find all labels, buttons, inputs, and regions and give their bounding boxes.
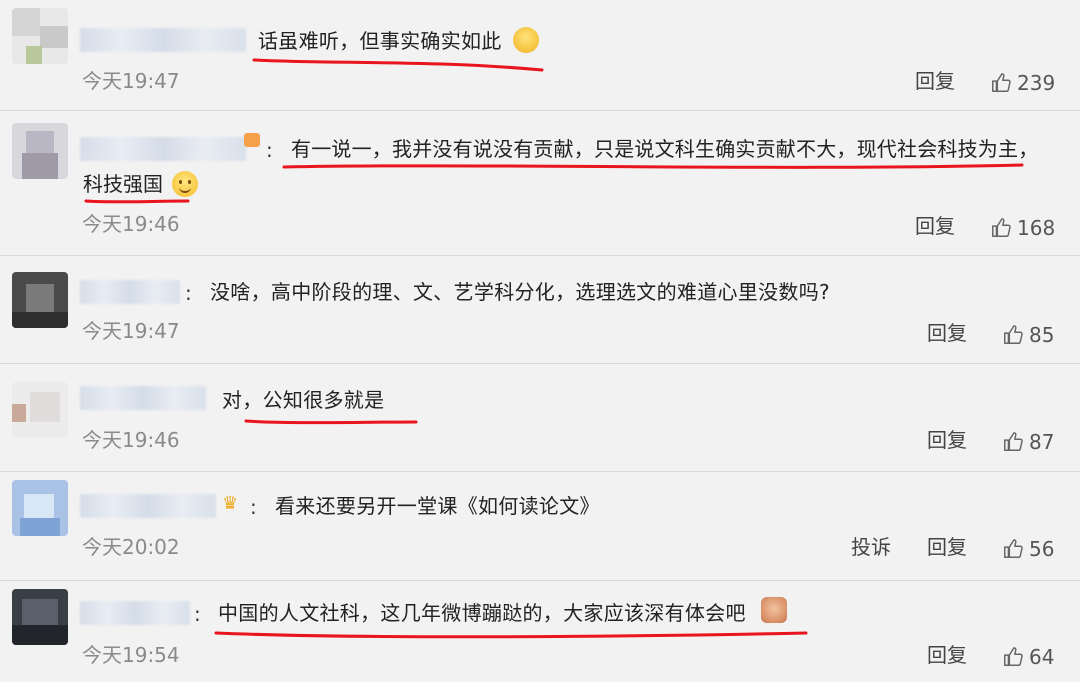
thumbs-up-icon[interactable] <box>1002 324 1024 346</box>
avatar[interactable] <box>12 8 68 64</box>
red-underline <box>244 419 418 425</box>
username-blurred[interactable] <box>80 494 216 518</box>
like-count: 87 <box>1029 430 1055 454</box>
timestamp: 今天19:46 <box>82 212 180 236</box>
like-count: 168 <box>1017 216 1056 240</box>
red-underline <box>252 58 544 72</box>
report-button[interactable]: 投诉 <box>851 534 891 560</box>
reply-button[interactable]: 回复 <box>927 427 967 453</box>
like-count: 64 <box>1029 645 1055 669</box>
laughing-crying-emoji <box>510 27 539 53</box>
comment-item: : 没啥，高中阶段的理、文、艺学科分化，选理选文的难道心里没数吗? 今天19:4… <box>0 256 1080 364</box>
username-blurred[interactable] <box>80 137 246 161</box>
comment-item: : 有一说一，我并没有说没有贡献，只是说文科生确实贡献不大，现代社会科技为主， … <box>0 111 1080 256</box>
thumbs-up-icon[interactable] <box>1002 538 1024 560</box>
comment-text: 对，公知很多就是 <box>222 388 385 412</box>
like-count: 56 <box>1029 537 1055 561</box>
red-underline <box>214 631 808 639</box>
red-underline <box>282 163 1024 169</box>
timestamp: 今天19:46 <box>82 428 180 452</box>
avatar[interactable] <box>12 272 68 328</box>
like-count: 239 <box>1017 71 1056 95</box>
thumbs-up-icon[interactable] <box>1002 646 1024 668</box>
avatar[interactable] <box>12 480 68 536</box>
thumbs-up-icon[interactable] <box>1002 431 1024 453</box>
reply-button[interactable]: 回复 <box>927 642 967 668</box>
timestamp: 今天20:02 <box>82 535 180 559</box>
smiley-emoji <box>169 171 198 197</box>
doge-emoji <box>758 597 787 623</box>
like-count: 85 <box>1029 323 1055 347</box>
comment-item: ♛ : 看来还要另开一堂课《如何读论文》 今天20:02 投诉 回复 56 <box>0 472 1080 581</box>
comment-item: 对，公知很多就是 今天19:46 回复 87 <box>0 364 1080 472</box>
avatar[interactable] <box>12 123 68 179</box>
username-blurred[interactable] <box>80 28 246 52</box>
reply-button[interactable]: 回复 <box>927 320 967 346</box>
thumbs-up-icon[interactable] <box>990 217 1012 239</box>
crown-icon: ♛ <box>222 493 239 514</box>
avatar[interactable] <box>12 382 68 438</box>
comment-item: : 中国的人文社科，这几年微博蹦跶的，大家应该深有体会吧 今天19:54 回复 … <box>0 581 1080 682</box>
comment-text: 有一说一，我并没有说没有贡献，只是说文科生确实贡献不大，现代社会科技为主， <box>291 137 1039 161</box>
reply-button[interactable]: 回复 <box>927 534 967 560</box>
timestamp: 今天19:47 <box>82 319 180 343</box>
colon: : <box>250 495 257 519</box>
timestamp: 今天19:54 <box>82 643 180 667</box>
colon: : <box>194 602 201 626</box>
reply-button[interactable]: 回复 <box>915 68 955 94</box>
username-blurred[interactable] <box>80 280 180 304</box>
colon: : <box>185 281 192 305</box>
avatar[interactable] <box>12 589 68 645</box>
comment-text-line2: 科技强国 <box>83 172 163 196</box>
comment-text: 看来还要另开一堂课《如何读论文》 <box>275 494 600 518</box>
comment-text: 话虽难听，但事实确实如此 <box>258 29 502 53</box>
comment-item: 话虽难听，但事实确实如此 今天19:47 回复 239 <box>0 0 1080 111</box>
comment-text: 中国的人文社科，这几年微博蹦跶的，大家应该深有体会吧 <box>218 601 746 625</box>
username-blurred[interactable] <box>80 386 206 410</box>
orange-badge-icon <box>244 133 260 147</box>
thumbs-up-icon[interactable] <box>990 72 1012 94</box>
comment-list: 话虽难听，但事实确实如此 今天19:47 回复 239 : 有一说一，我并没有说… <box>0 0 1080 682</box>
reply-button[interactable]: 回复 <box>915 213 955 239</box>
comment-text: 没啥，高中阶段的理、文、艺学科分化，选理选文的难道心里没数吗? <box>210 280 830 304</box>
timestamp: 今天19:47 <box>82 69 180 93</box>
red-underline <box>84 199 190 204</box>
username-blurred[interactable] <box>80 601 190 625</box>
colon: : <box>266 138 273 162</box>
